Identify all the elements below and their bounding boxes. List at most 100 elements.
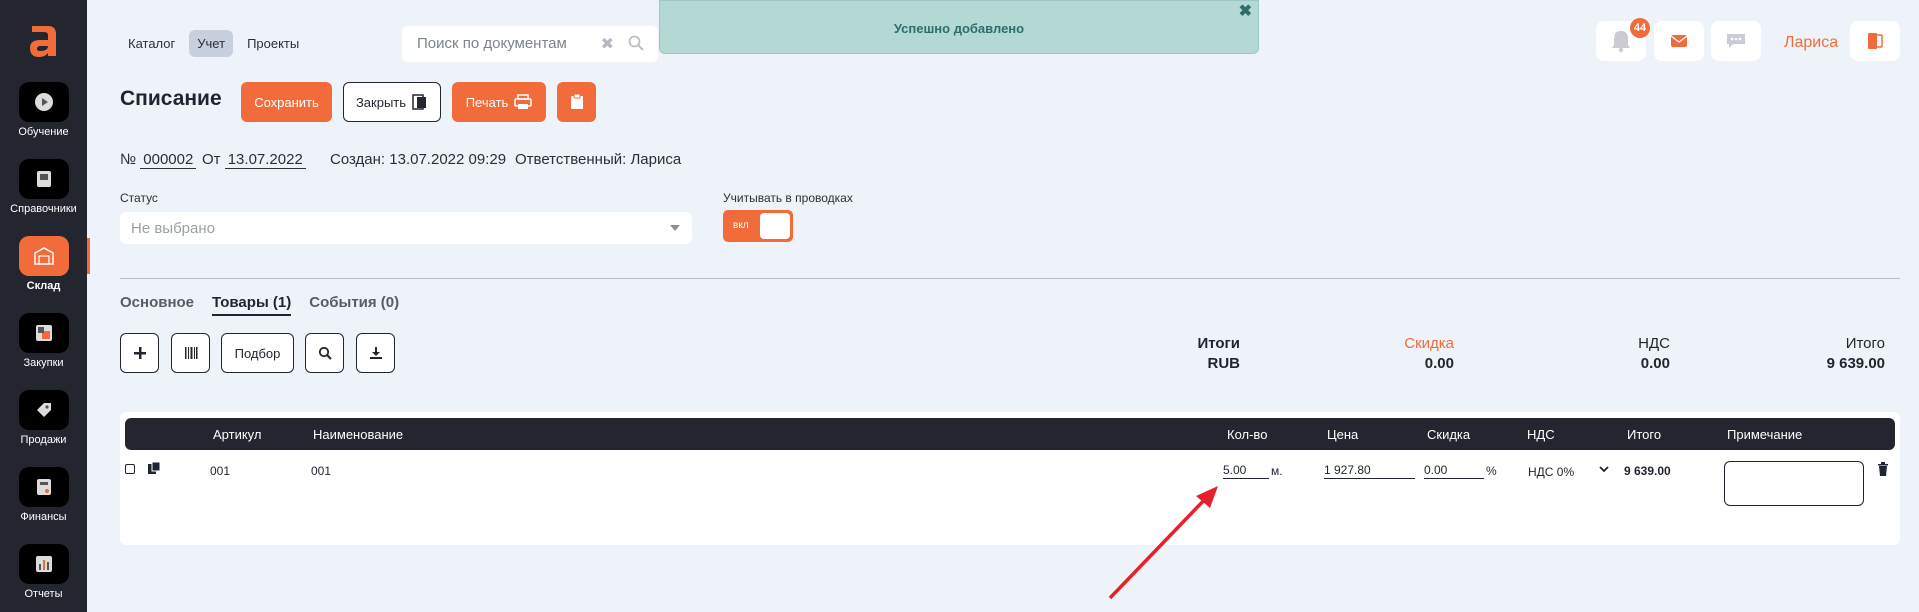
- printer-icon: [514, 94, 533, 109]
- tab-goods[interactable]: Товары (1): [212, 294, 292, 316]
- created-info: Создан: 13.07.2022 09:29: [330, 151, 507, 168]
- notifications-badge: 44: [1630, 18, 1650, 38]
- vat-select[interactable]: НДС 0%: [1528, 465, 1574, 479]
- chat-button[interactable]: [1711, 21, 1761, 61]
- col-vat: НДС: [1527, 427, 1555, 442]
- print-button[interactable]: Печать: [452, 82, 546, 122]
- document-number: № 000002: [120, 151, 197, 169]
- mail-button[interactable]: [1654, 21, 1704, 61]
- sidebar-item-reports[interactable]: Отчеты: [0, 544, 87, 600]
- trash-icon[interactable]: [1877, 462, 1889, 476]
- qty-input[interactable]: 5.00: [1223, 463, 1269, 479]
- nav-projects[interactable]: Проекты: [239, 30, 307, 57]
- number-field[interactable]: 000002: [140, 151, 197, 169]
- search-button[interactable]: [305, 333, 344, 373]
- cell-unit: м.: [1271, 464, 1283, 478]
- barcode-icon: [184, 347, 197, 359]
- col-note: Примечание: [1727, 427, 1803, 442]
- sidebar-item-references[interactable]: Справочники: [0, 159, 87, 215]
- sidebar-item-label: Склад: [26, 280, 61, 292]
- sidebar: Обучение Справочники Склад Закупки Прода…: [0, 0, 87, 612]
- save-button[interactable]: Сохранить: [241, 82, 332, 122]
- note-input[interactable]: [1724, 461, 1864, 506]
- page-title: Списание: [120, 87, 222, 110]
- toggle-label: вкл: [733, 220, 749, 231]
- sidebar-item-label: Отчеты: [24, 588, 63, 600]
- play-icon: [18, 82, 69, 122]
- totals-summary: Итоги RUB: [1150, 334, 1240, 374]
- sidebar-item-purchases[interactable]: Закупки: [0, 313, 87, 369]
- close-icon[interactable]: ✖: [1239, 1, 1252, 21]
- plus-icon: [133, 347, 146, 359]
- status-select[interactable]: Не выбрано: [120, 212, 692, 244]
- vat-value: 0.00: [1640, 355, 1670, 372]
- sidebar-item-label: Закупки: [23, 357, 64, 369]
- logo-icon[interactable]: [28, 22, 60, 58]
- bell-icon: [1612, 31, 1630, 53]
- date-field[interactable]: 13.07.2022: [224, 151, 306, 169]
- finance-icon: [18, 467, 69, 507]
- posting-toggle[interactable]: вкл: [723, 210, 793, 242]
- selection-button[interactable]: Подбор: [221, 333, 294, 373]
- tab-main[interactable]: Основное: [120, 294, 194, 316]
- currency: RUB: [1207, 355, 1241, 372]
- total-label: Итого: [1845, 335, 1885, 352]
- clipboard-icon: [570, 94, 583, 109]
- mail-icon: [1670, 35, 1688, 47]
- close-button[interactable]: Закрыть: [343, 82, 441, 122]
- discount-input[interactable]: 0.00: [1424, 463, 1484, 479]
- chevron-down-icon[interactable]: [1599, 466, 1609, 473]
- responsible-info: Ответственный: Лариса: [515, 151, 682, 168]
- col-article: Артикул: [213, 427, 262, 442]
- sidebar-item-sales[interactable]: Продажи: [0, 390, 87, 446]
- search-icon: [318, 346, 332, 360]
- username[interactable]: Лариса: [1784, 34, 1838, 52]
- posting-label: Учитывать в проводках: [723, 191, 853, 205]
- sidebar-item-training[interactable]: Обучение: [0, 82, 87, 138]
- cell-discount-unit: %: [1486, 464, 1497, 478]
- download-button[interactable]: [356, 333, 395, 373]
- sidebar-item-finance[interactable]: Финансы: [0, 467, 87, 523]
- discount-label: Скидка: [1404, 335, 1454, 352]
- status-value: Не выбрано: [131, 220, 215, 237]
- discount-value: 0.00: [1424, 355, 1454, 372]
- sidebar-item-warehouse[interactable]: Склад: [0, 236, 87, 292]
- totals-discount: Скидка 0.00: [1380, 334, 1454, 374]
- cell-total: 9 639.00: [1624, 464, 1671, 478]
- copy-icon[interactable]: [148, 462, 160, 475]
- tab-events[interactable]: События (0): [309, 294, 399, 316]
- annotation-arrow: [1108, 486, 1218, 600]
- add-button[interactable]: [120, 333, 159, 373]
- logout-button[interactable]: [1850, 21, 1900, 61]
- purchase-icon: [18, 313, 69, 353]
- book-icon: [18, 159, 69, 199]
- clear-icon[interactable]: ✖: [601, 34, 614, 54]
- total-value: 9 639.00: [1826, 355, 1885, 372]
- table-header: Артикул Наименование Кол-во Цена Скидка …: [125, 418, 1895, 450]
- save-label: Сохранить: [254, 94, 319, 110]
- success-toast: Успешно добавлено ✖: [659, 0, 1259, 54]
- reports-icon: [18, 544, 69, 584]
- col-name: Наименование: [313, 427, 404, 442]
- sidebar-item-label: Продажи: [20, 434, 67, 446]
- clipboard-button[interactable]: [557, 82, 596, 122]
- active-marker: [87, 238, 90, 274]
- price-input[interactable]: 1 927.80: [1324, 463, 1415, 479]
- tabs: Основное Товары (1) События (0): [120, 294, 399, 316]
- cell-article: 001: [210, 464, 231, 478]
- status-label: Статус: [120, 191, 158, 205]
- row-checkbox[interactable]: [125, 464, 135, 474]
- col-qty: Кол-во: [1227, 427, 1268, 442]
- logout-icon: [1868, 33, 1883, 49]
- nav-accounting[interactable]: Учет: [189, 30, 234, 57]
- nav-catalog[interactable]: Каталог: [120, 30, 183, 57]
- search-input[interactable]: Поиск по документам ✖: [402, 26, 658, 62]
- barcode-button[interactable]: [171, 333, 210, 373]
- sidebar-item-label: Обучение: [18, 126, 69, 138]
- chat-icon: [1727, 34, 1745, 48]
- search-placeholder: Поиск по документам: [417, 35, 567, 52]
- vat-label: НДС: [1638, 335, 1670, 352]
- search-icon[interactable]: [628, 35, 644, 51]
- sidebar-item-label: Справочники: [10, 203, 77, 215]
- print-label: Печать: [465, 94, 509, 110]
